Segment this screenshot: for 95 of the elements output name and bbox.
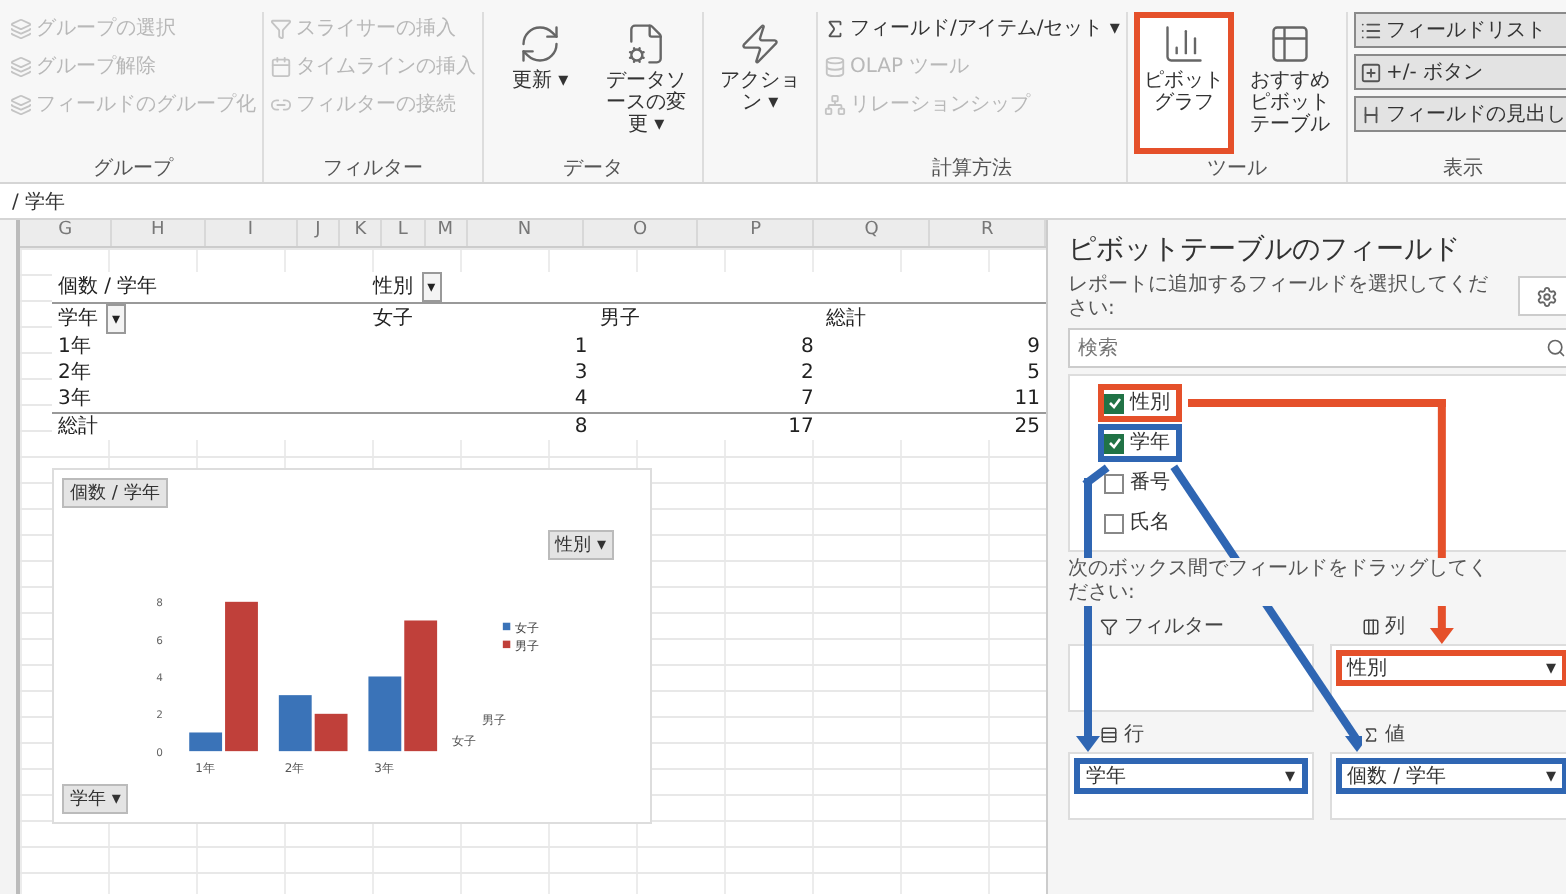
- chart-axis-button[interactable]: 学年 ▾: [62, 784, 129, 814]
- pivot-cell: 3年: [52, 386, 368, 413]
- ribbon-item-icon: [738, 22, 782, 66]
- ribbon-group-label: ツール: [1204, 156, 1269, 182]
- area-label: フィルター: [1100, 612, 1224, 640]
- area-label: 行: [1100, 720, 1144, 748]
- ribbon-item-icon: [1359, 61, 1382, 83]
- ribbon-group-label: フィルター: [321, 156, 425, 182]
- ribbon-toggle-button[interactable]: フィールドの見出し: [1353, 96, 1566, 132]
- column-header[interactable]: H: [112, 220, 206, 246]
- field-checkbox[interactable]: [1104, 433, 1124, 453]
- ribbon-toggle-button[interactable]: +/- ボタン: [1353, 54, 1566, 90]
- columns-area-icon: [1361, 617, 1379, 635]
- field-item[interactable]: 性別: [1098, 384, 1182, 422]
- area-field-item[interactable]: 個数 / 学年 ▾: [1335, 758, 1566, 794]
- ribbon-item-icon: [1359, 103, 1382, 125]
- column-header[interactable]: L: [382, 220, 426, 246]
- filter-button[interactable]: ▾: [106, 304, 127, 334]
- field-checkbox[interactable]: [1104, 473, 1124, 493]
- chart-field-button[interactable]: 個数 / 学年: [62, 478, 168, 508]
- ribbon-item-icon: [518, 22, 562, 66]
- pivot-header-cell: 男子: [593, 303, 820, 334]
- pivot-cell: 17: [593, 413, 820, 440]
- settings-button[interactable]: [1518, 276, 1566, 316]
- ribbon-button[interactable]: フィールド/アイテム/セット ▾: [824, 12, 1120, 44]
- field-checkbox[interactable]: [1104, 393, 1124, 413]
- column-header[interactable]: N: [467, 220, 584, 246]
- search-field[interactable]: 検索: [1068, 328, 1566, 368]
- ribbon-group-label: グループ: [91, 155, 176, 182]
- drop-area[interactable]: 性別 ▾: [1329, 644, 1566, 712]
- pivot-cell: 2年: [52, 360, 368, 386]
- ribbon-large-button[interactable]: データソースの変更 ▾: [596, 12, 696, 154]
- filter-area-icon: [1100, 617, 1118, 635]
- pivot-cell: 7: [593, 386, 820, 413]
- ribbon-group-label: データ: [561, 156, 625, 182]
- ribbon-group-label: 表示: [1440, 155, 1485, 182]
- pivot-header-cell: 女子: [367, 303, 594, 334]
- ribbon-item-icon: [824, 55, 846, 77]
- filter-button[interactable]: ▾: [421, 272, 442, 302]
- ribbon-large-button[interactable]: アクション ▾: [710, 12, 810, 154]
- area-field-item[interactable]: 性別 ▾: [1335, 650, 1566, 686]
- pivot-column-field: 性別 ▾: [367, 272, 594, 303]
- field-checkbox[interactable]: [1104, 513, 1124, 533]
- panel-title: ピボットテーブルのフィールド: [1068, 232, 1460, 268]
- ribbon-large-button[interactable]: ピボットグラフ: [1133, 12, 1234, 154]
- field-item[interactable]: 番号: [1098, 464, 1182, 502]
- pivot-cell: 2: [593, 360, 820, 386]
- pivot-cell: 8: [367, 413, 594, 440]
- area-field-item[interactable]: 学年 ▾: [1074, 758, 1307, 794]
- values-area-icon: [1361, 725, 1379, 743]
- pivot-cell: 9: [819, 334, 1046, 360]
- pivot-header-cell: 学年 ▾: [52, 303, 368, 334]
- ribbon-group-label: 計算方法: [929, 155, 1014, 182]
- ribbon-item-icon: [624, 22, 668, 66]
- ribbon-item-icon: [270, 55, 292, 77]
- ribbon-item-icon: [10, 93, 32, 115]
- rows-area-icon: [1100, 725, 1118, 743]
- field-item[interactable]: 学年: [1098, 424, 1182, 462]
- pivot-cell: 総計: [52, 413, 368, 440]
- area-label: 値: [1361, 720, 1405, 748]
- field-item[interactable]: 氏名: [1098, 504, 1182, 542]
- pivot-cell: 5: [819, 360, 1046, 386]
- column-header[interactable]: I: [205, 220, 298, 246]
- column-header[interactable]: M: [425, 220, 468, 246]
- ribbon-item-icon: [824, 93, 846, 115]
- pivot-value-field: 個数 / 学年: [52, 272, 368, 303]
- ribbon-item-icon: [1161, 22, 1206, 66]
- column-header[interactable]: K: [340, 220, 383, 246]
- pivot-cell: 8: [593, 334, 820, 360]
- chart-legend-button[interactable]: 性別 ▾: [547, 530, 614, 560]
- column-header[interactable]: J: [297, 220, 341, 246]
- formula-text: / 学年: [12, 190, 66, 214]
- pivot-cell: 1: [367, 334, 594, 360]
- ribbon-item-icon: [1267, 22, 1312, 66]
- drop-area[interactable]: 学年 ▾: [1068, 752, 1313, 820]
- search-icon: [1546, 338, 1566, 358]
- ribbon-large-button[interactable]: おすすめピボットテーブル: [1239, 12, 1340, 154]
- ribbon-item-icon: [824, 17, 846, 39]
- ribbon-item-icon: [270, 17, 292, 39]
- ribbon-toggle-button[interactable]: フィールドリスト: [1353, 12, 1566, 48]
- column-header[interactable]: P: [698, 220, 815, 246]
- column-header[interactable]: O: [583, 220, 699, 246]
- gear-icon: [1535, 285, 1557, 307]
- pivot-cell: 4: [367, 386, 594, 413]
- ribbon-item-icon: [10, 17, 32, 39]
- drop-area[interactable]: [1068, 644, 1313, 712]
- pivot-cell: 11: [819, 386, 1046, 413]
- ribbon-large-button[interactable]: 更新 ▾: [490, 12, 590, 154]
- drop-area[interactable]: 個数 / 学年 ▾: [1329, 752, 1566, 820]
- area-label: 列: [1361, 612, 1405, 640]
- column-header[interactable]: Q: [814, 220, 931, 246]
- pivot-cell: 1年: [52, 334, 368, 360]
- column-header[interactable]: G: [20, 220, 113, 246]
- pivot-cell: 3: [367, 360, 594, 386]
- ribbon-item-icon: [10, 55, 32, 77]
